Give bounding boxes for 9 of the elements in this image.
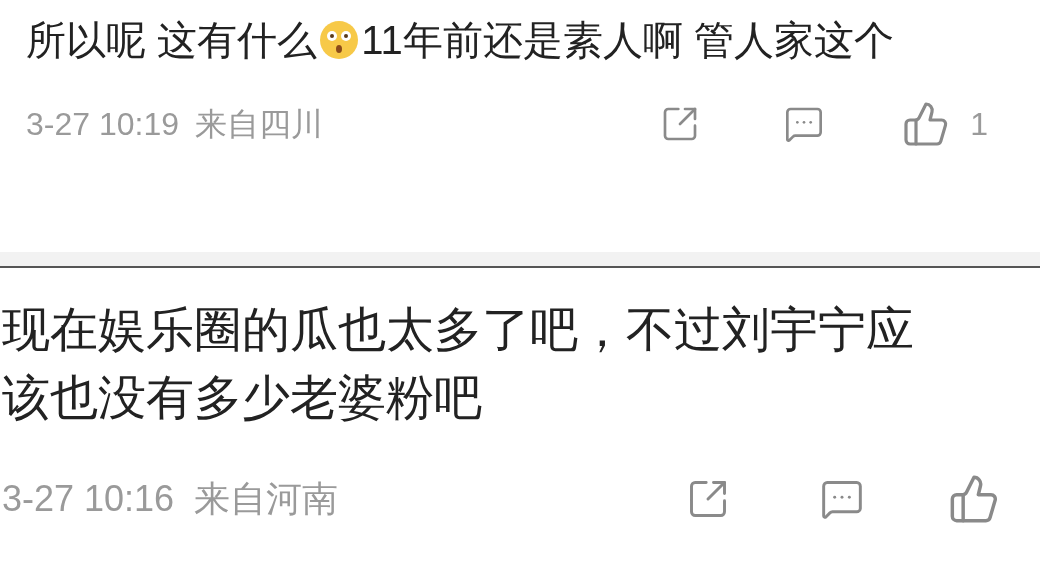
like-count: 1 <box>970 105 988 144</box>
comment-text: 所以呢 这有什么 <box>26 18 318 62</box>
comment-location: 来自河南 <box>194 477 339 521</box>
like-icon[interactable] <box>948 473 1000 525</box>
comment-text: 现在娱乐圈的瓜也太多了吧，不过刘宇宁应该也没有多少老婆粉吧 <box>2 302 915 426</box>
comment-time: 3-27 10:19 <box>26 105 179 144</box>
comment-text: 11年前还是素人啊 管人家这个 <box>361 18 894 62</box>
comment-time: 3-27 10:16 <box>2 477 175 521</box>
comment-location: 来自四川 <box>195 105 323 144</box>
